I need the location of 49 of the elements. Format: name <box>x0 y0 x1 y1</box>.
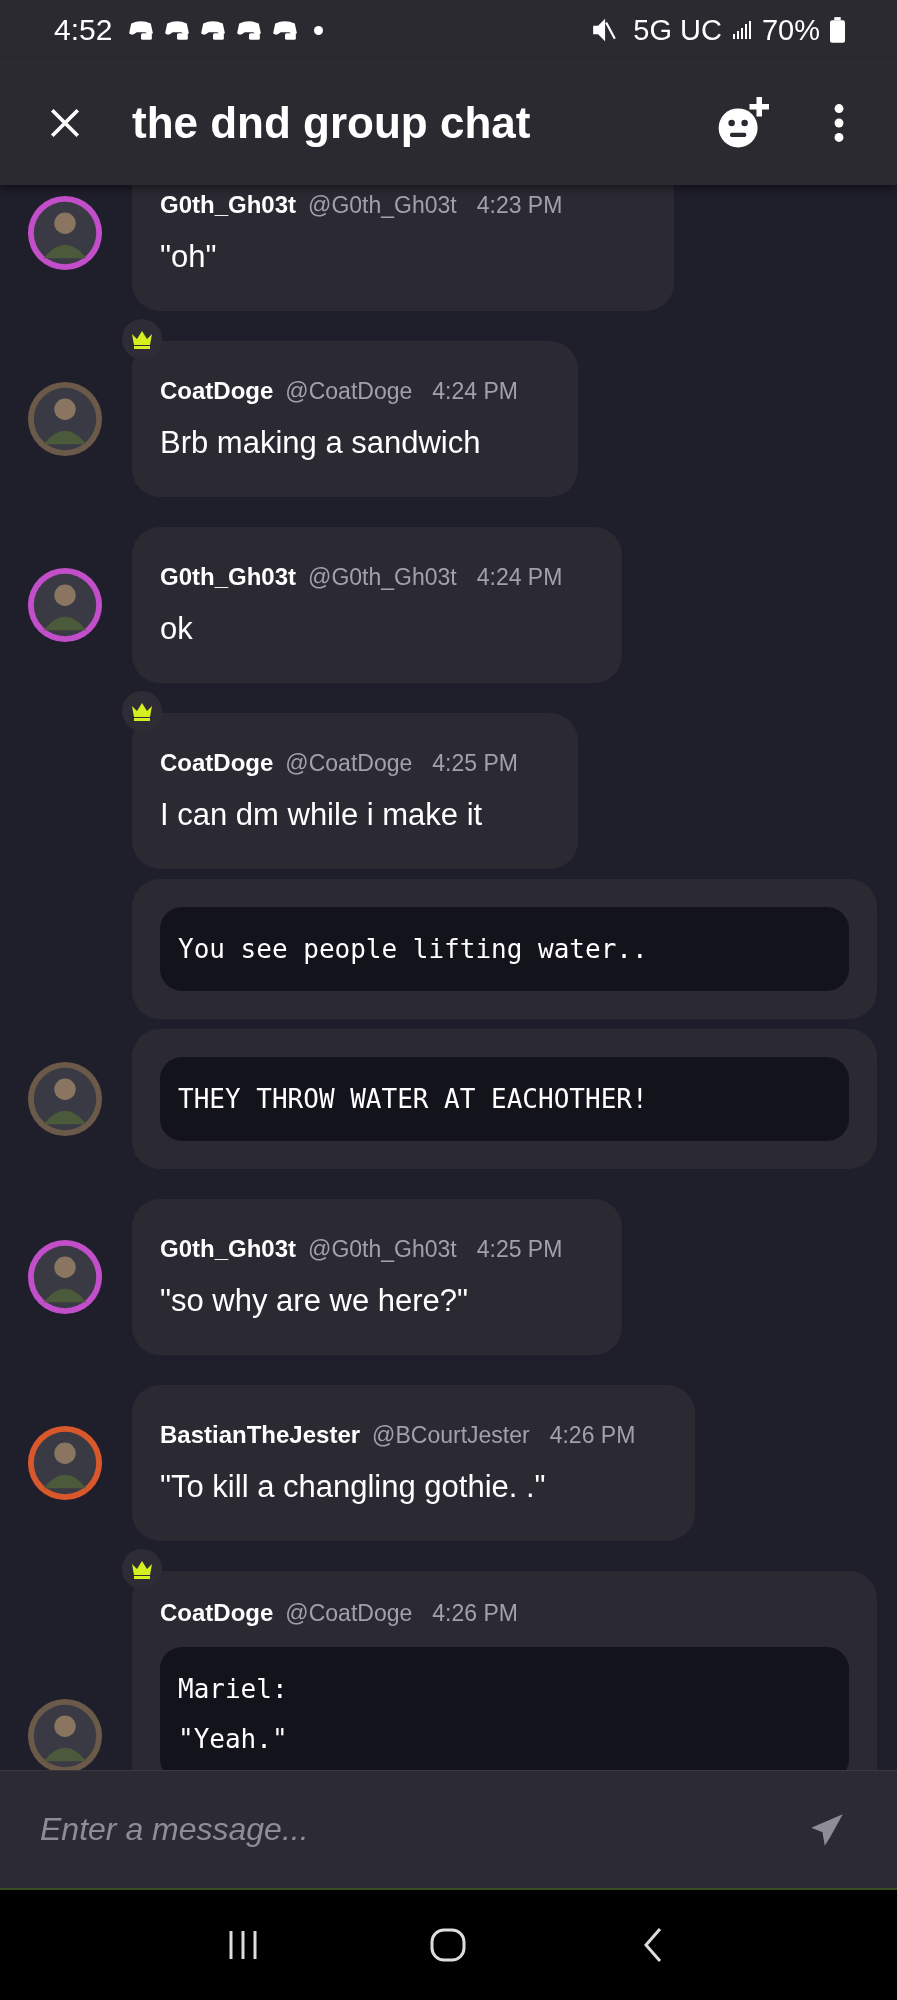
author-name[interactable]: CoatDoge <box>160 749 274 777</box>
user-handle: @CoatDoge <box>285 750 413 777</box>
message-time: 4:24 PM <box>432 378 518 405</box>
code-line: You see people lifting water.. <box>178 933 649 966</box>
code-line: Mariel: <box>178 1673 289 1706</box>
more-icon[interactable] <box>833 102 845 143</box>
code-line: THEY THROW WATER AT EACHOTHER! <box>178 1083 649 1116</box>
code-line: "Yeah." <box>178 1723 289 1756</box>
author-name[interactable]: G0th_Gh03t <box>160 191 297 219</box>
message-text: Brb making a sandwich <box>160 425 482 461</box>
author-name[interactable]: BastianTheJester <box>160 1421 361 1449</box>
author-name[interactable]: G0th_Gh03t <box>160 1235 297 1263</box>
game-controller-icon <box>164 19 191 41</box>
message-text: ok <box>160 611 194 647</box>
author-name[interactable]: CoatDoge <box>160 377 274 405</box>
game-controller-icon <box>128 19 155 41</box>
game-controller-icon <box>200 19 227 41</box>
signal-icon <box>731 20 752 40</box>
author-name[interactable]: CoatDoge <box>160 1599 274 1627</box>
message-time: 4:23 PM <box>476 192 563 219</box>
message-input[interactable]: Enter a message... <box>38 1810 809 1849</box>
author-name[interactable]: G0th_Gh03t <box>160 563 297 591</box>
chat-title: the dnd group chat <box>132 97 531 148</box>
clock-time: 4:52 <box>54 13 113 47</box>
message-text: I can dm while i make it <box>160 797 484 833</box>
user-handle: @G0th_Gh03t <box>308 1236 457 1263</box>
message-time: 4:26 PM <box>432 1600 518 1627</box>
user-handle: @G0th_Gh03t <box>308 192 457 219</box>
battery-percent: 70% <box>761 13 820 47</box>
message-time: 4:25 PM <box>476 1236 563 1263</box>
user-handle: @CoatDoge <box>285 378 413 405</box>
game-controller-icon <box>272 19 299 41</box>
message-time: 4:24 PM <box>476 564 563 591</box>
message-text: "To kill a changling gothie. ." <box>160 1469 547 1505</box>
dot-icon <box>314 25 324 35</box>
network-label: 5G UC <box>633 13 722 47</box>
message-field[interactable]: Enter a message... <box>0 1770 897 1890</box>
battery-icon <box>830 17 845 43</box>
message-text: "oh" <box>160 239 218 275</box>
message-text: "so why are we here?" <box>160 1283 470 1319</box>
user-handle: @G0th_Gh03t <box>308 564 457 591</box>
game-controller-icon <box>236 19 263 41</box>
send-icon[interactable] <box>809 1811 845 1848</box>
message-time: 4:26 PM <box>549 1422 636 1449</box>
user-handle: @CoatDoge <box>285 1600 413 1627</box>
add-emoji-icon[interactable] <box>717 96 769 149</box>
mute-icon <box>591 17 618 43</box>
user-handle: @BCourtJester <box>372 1422 530 1449</box>
message-time: 4:25 PM <box>432 750 518 777</box>
